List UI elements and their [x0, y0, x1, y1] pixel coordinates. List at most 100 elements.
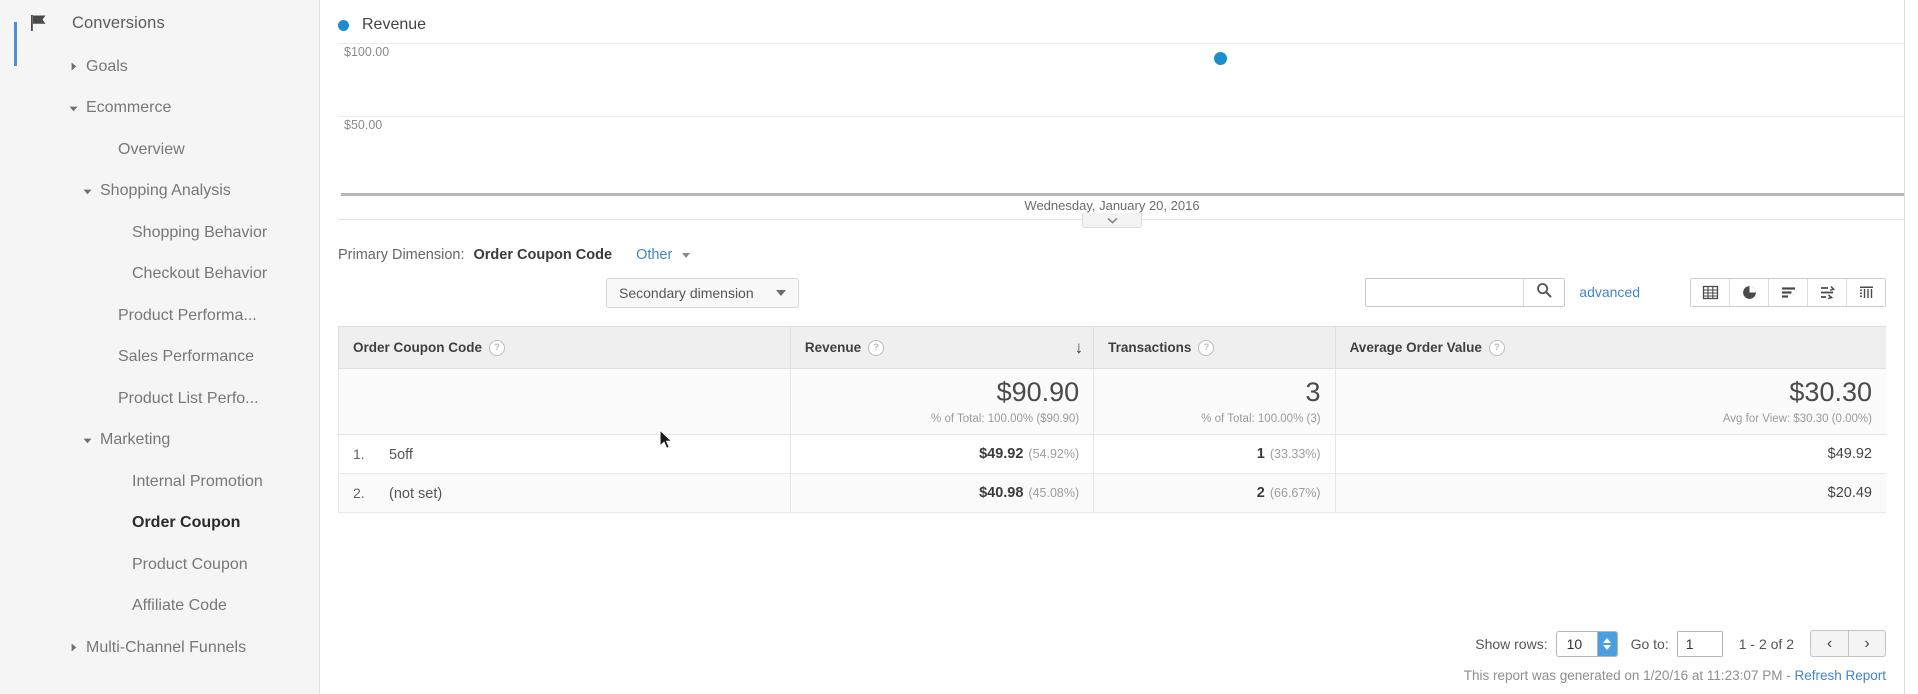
gridline-50 [338, 116, 1904, 117]
sort-descending-icon[interactable]: ↓ [1075, 338, 1084, 358]
caret-down-icon[interactable] [82, 435, 100, 446]
search-box[interactable] [1365, 278, 1565, 307]
sidebar-item-label: Product Coupon [132, 555, 248, 573]
row-transactions-percent: (33.33%) [1269, 447, 1321, 461]
help-icon[interactable]: ? [489, 339, 505, 356]
advanced-search-link[interactable]: advanced [1579, 284, 1640, 300]
rows-stepper-icon[interactable] [1596, 631, 1617, 656]
caret-down-icon[interactable] [82, 186, 100, 197]
column-header-order-coupon-code[interactable]: Order Coupon Code ? [338, 326, 791, 369]
report-generated-footer: This report was generated on 1/20/16 at … [1464, 668, 1886, 683]
analytics-report-page: Conversions Goals Ecommerce Overview Shoppi… [0, 0, 1918, 694]
table-row[interactable]: 1. 5off $49.92 (54.92%) 1 (33.33%) $49.92 [338, 434, 1886, 474]
chevron-down-icon [775, 290, 786, 296]
sidebar-item-marketing[interactable]: Marketing [0, 420, 319, 462]
revenue-chart: Revenue $100.00 $50.00 Wednesday, Januar… [320, 0, 1904, 236]
sidebar-item-label: Ecommerce [86, 99, 172, 117]
bar-chart-view-icon[interactable] [1769, 279, 1808, 306]
sidebar-item-product-coupon[interactable]: Product Coupon [0, 544, 319, 586]
previous-page-button[interactable]: ‹ [1810, 630, 1848, 657]
summary-transactions-subtext: % of Total: 100.00% (3) [1201, 412, 1321, 425]
y-tick-label-50: $50.00 [344, 118, 383, 132]
row-index: 2. [353, 484, 365, 501]
row-aov-cell: $49.92 [1334, 434, 1886, 474]
active-section-accent-bar [14, 22, 17, 66]
primary-dimension-other-dropdown[interactable]: Other [636, 247, 691, 263]
help-icon[interactable]: ? [1488, 339, 1505, 356]
sidebar-item-product-list-perfo[interactable]: Product List Perfo... [0, 378, 319, 420]
report-generated-text: This report was generated on 1/20/16 at … [1463, 668, 1795, 683]
summary-revenue-subtext: % of Total: 100.00% ($90.90) [931, 412, 1080, 425]
sidebar-item-affiliate-code[interactable]: Affiliate Code [0, 586, 319, 628]
rows-per-page-select[interactable]: 10 [1555, 630, 1618, 657]
sidebar-item-overview[interactable]: Overview [0, 129, 319, 171]
row-aov-value: $20.49 [1827, 485, 1872, 501]
summary-transactions-value: 3 [1305, 376, 1321, 407]
summary-dimension-cell [338, 368, 791, 435]
pivot-view-icon[interactable] [1847, 279, 1885, 306]
column-header-transactions[interactable]: Transactions ? [1093, 326, 1336, 369]
caret-right-icon[interactable] [68, 61, 86, 72]
summary-transactions-cell: 3 % of Total: 100.00% (3) [1093, 368, 1336, 435]
caret-right-icon[interactable] [68, 642, 86, 653]
row-transactions-value: 1 [1256, 446, 1265, 462]
report-table-wrapper: Order Coupon Code ? Revenue ? ↓ Transact… [338, 326, 1886, 513]
result-range-text: 1 - 2 of 2 [1738, 635, 1794, 652]
sidebar-item-label: Overview [118, 140, 185, 158]
row-index: 1. [353, 445, 365, 462]
sidebar-item-goals[interactable]: Goals [0, 46, 319, 88]
row-revenue-cell: $40.98 (45.08%) [789, 473, 1094, 513]
sidebar-item-label: Product Performa... [118, 306, 257, 324]
refresh-report-link[interactable]: Refresh Report [1794, 668, 1886, 683]
sidebar-item-ecommerce[interactable]: Ecommerce [0, 88, 319, 130]
row-dimension-cell: 2. (not set) [338, 473, 791, 513]
legend-dot-icon [338, 19, 349, 31]
help-icon[interactable]: ? [1198, 339, 1215, 356]
help-icon[interactable]: ? [868, 339, 885, 356]
sidebar-item-shopping-analysis[interactable]: Shopping Analysis [0, 171, 319, 213]
sidebar-item-product-performa[interactable]: Product Performa... [0, 295, 319, 337]
table-toolbar: Secondary dimension advanced [338, 278, 1904, 318]
chevron-down-icon [682, 252, 691, 258]
sidebar-section-conversions[interactable]: Conversions [0, 0, 319, 46]
view-type-switcher [1690, 278, 1886, 307]
row-revenue-cell: $49.92 (54.92%) [789, 434, 1094, 474]
row-revenue-percent: (54.92%) [1028, 447, 1080, 461]
sidebar-item-shopping-behavior[interactable]: Shopping Behavior [0, 212, 319, 254]
search-input[interactable] [1366, 279, 1523, 306]
table-summary-row: $90.90 % of Total: 100.00% ($90.90) 3 % … [338, 368, 1886, 435]
data-point-revenue[interactable] [1214, 52, 1227, 65]
y-tick-label-100: $100.00 [344, 45, 390, 59]
next-page-button[interactable]: › [1848, 630, 1886, 657]
primary-dimension-value[interactable]: Order Coupon Code [474, 247, 613, 263]
primary-dimension-other-label: Other [636, 247, 673, 263]
sidebar-item-label: Affiliate Code [132, 597, 227, 615]
row-dimension-value[interactable]: (not set) [389, 486, 442, 502]
chart-collapse-toggle[interactable] [1082, 213, 1142, 228]
sidebar-item-order-coupon[interactable]: Order Coupon [0, 503, 319, 545]
column-header-label: Order Coupon Code [353, 340, 482, 355]
table-row[interactable]: 2. (not set) $40.98 (45.08%) 2 (66.67%) $20.49 [338, 473, 1886, 513]
sidebar-item-internal-promotion[interactable]: Internal Promotion [0, 461, 319, 503]
sidebar-item-multi-channel-funnels[interactable]: Multi-Channel Funnels [0, 627, 319, 669]
column-header-average-order-value[interactable]: Average Order Value ? [1334, 326, 1886, 369]
row-dimension-value[interactable]: 5off [389, 447, 413, 463]
summary-aov-subtext: Avg for View: $30.30 (0.00%) [1722, 412, 1872, 425]
secondary-dimension-button[interactable]: Secondary dimension [606, 278, 799, 308]
summary-aov-cell: $30.30 Avg for View: $30.30 (0.00%) [1334, 368, 1886, 435]
row-aov-value: $49.92 [1827, 446, 1872, 462]
column-header-label: Revenue [804, 340, 862, 355]
row-transactions-value: 2 [1256, 485, 1265, 501]
search-button[interactable] [1523, 279, 1564, 306]
goto-page-input[interactable] [1676, 630, 1723, 657]
chart-legend[interactable]: Revenue [338, 16, 426, 34]
sidebar-item-checkout-behavior[interactable]: Checkout Behavior [0, 254, 319, 296]
table-view-icon[interactable] [1691, 279, 1730, 306]
sidebar-item-label: Internal Promotion [132, 472, 263, 490]
caret-down-icon[interactable] [68, 103, 86, 114]
goto-label: Go to: [1630, 635, 1669, 652]
pie-chart-view-icon[interactable] [1730, 279, 1769, 306]
sidebar-item-sales-performance[interactable]: Sales Performance [0, 337, 319, 379]
performance-view-icon[interactable] [1808, 279, 1847, 306]
column-header-revenue[interactable]: Revenue ? ↓ [789, 326, 1094, 369]
